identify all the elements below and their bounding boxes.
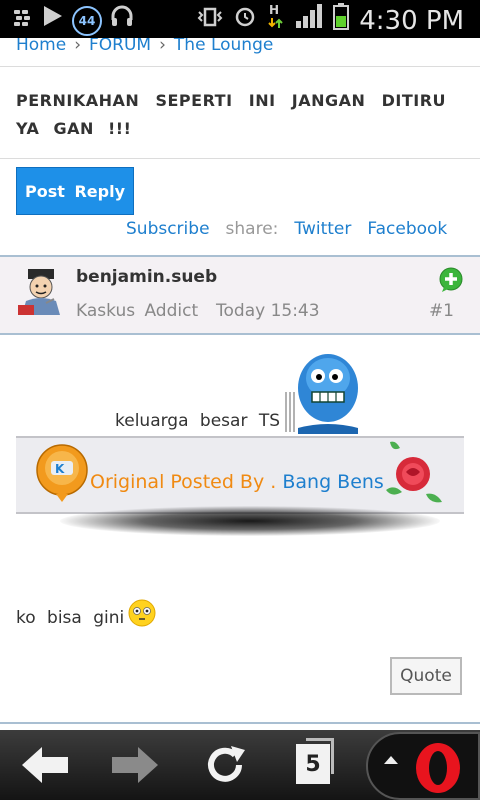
original-posted-by-text: Original Posted By . xyxy=(90,471,277,493)
breadcrumb-separator: › xyxy=(159,38,166,55)
post-username[interactable]: benjamin.sueb xyxy=(76,267,217,287)
breadcrumb-lounge[interactable]: The Lounge xyxy=(174,38,273,55)
headphones-icon xyxy=(110,4,134,37)
original-poster-name: Bang Bens xyxy=(282,471,384,493)
divider xyxy=(0,66,480,67)
avatar[interactable] xyxy=(16,267,66,317)
status-bar: 44 H 4:30 PM xyxy=(0,0,480,38)
alarm-icon xyxy=(233,4,257,37)
play-store-icon xyxy=(42,4,64,37)
opera-menu-button[interactable] xyxy=(366,732,480,800)
plus-icon[interactable] xyxy=(438,267,464,293)
twitter-link[interactable]: Twitter xyxy=(294,219,351,239)
svg-text:K: K xyxy=(55,462,65,476)
reload-icon[interactable] xyxy=(200,740,252,790)
svg-text:H: H xyxy=(269,3,279,17)
forward-arrow-icon[interactable] xyxy=(110,740,160,790)
post-text-line1: keluarga besar TS xyxy=(115,411,281,431)
back-arrow-icon[interactable] xyxy=(20,740,70,790)
browser-navbar: 5 xyxy=(0,730,480,800)
vibrate-icon xyxy=(197,5,223,37)
monster-emoticon-icon xyxy=(284,348,362,434)
signal-icon xyxy=(295,3,323,38)
breadcrumb: Home › FORUM › The Lounge xyxy=(16,38,273,55)
post-time: Today 15:43 xyxy=(216,301,320,321)
smiley-emoticon-icon xyxy=(128,599,156,627)
breadcrumb-home[interactable]: Home xyxy=(16,38,66,55)
divider xyxy=(0,158,480,159)
quote-button[interactable]: Quote xyxy=(390,657,462,695)
notification-badge: 44 xyxy=(72,5,102,36)
share-row: Subscribe share: Twitter Facebook xyxy=(126,219,447,239)
battery-icon xyxy=(333,2,350,39)
share-label: share: xyxy=(225,219,279,239)
post-number[interactable]: #1 xyxy=(429,301,454,321)
subscribe-link[interactable]: Subscribe xyxy=(126,219,210,239)
tabs-button[interactable]: 5 xyxy=(296,744,330,784)
rose-icon xyxy=(380,438,446,508)
hsdpa-icon: H xyxy=(267,2,285,39)
post-reply-button[interactable]: Post Reply xyxy=(16,167,134,215)
thread-title: PERNIKAHAN SEPERTI INI JANGAN DITIRU YA … xyxy=(16,91,446,138)
original-posted-by-label: Original Posted By . Bang Bens xyxy=(90,471,384,493)
facebook-link[interactable]: Facebook xyxy=(367,219,447,239)
original-posted-by-banner: K Original Posted By . Bang Bens xyxy=(16,436,464,514)
breadcrumb-forum[interactable]: FORUM xyxy=(89,38,151,55)
clock-time: 4:30 PM xyxy=(359,5,464,36)
breadcrumb-separator: › xyxy=(74,38,82,55)
bbm-icon xyxy=(12,5,34,37)
post-header: benjamin.sueb Kaskus Addict Today 15:43 … xyxy=(0,255,480,335)
next-post-divider xyxy=(0,722,480,724)
user-rank: Kaskus Addict xyxy=(76,301,199,321)
forum-page: Home › FORUM › The Lounge PERNIKAHAN SEPERTI… xyxy=(0,38,480,730)
banner-shadow xyxy=(60,506,440,536)
kaskus-logo-icon: K xyxy=(34,444,90,502)
chevron-up-icon xyxy=(384,756,398,764)
opera-logo-icon xyxy=(412,742,464,794)
post-text-line2: ko bisa gini xyxy=(16,608,125,628)
